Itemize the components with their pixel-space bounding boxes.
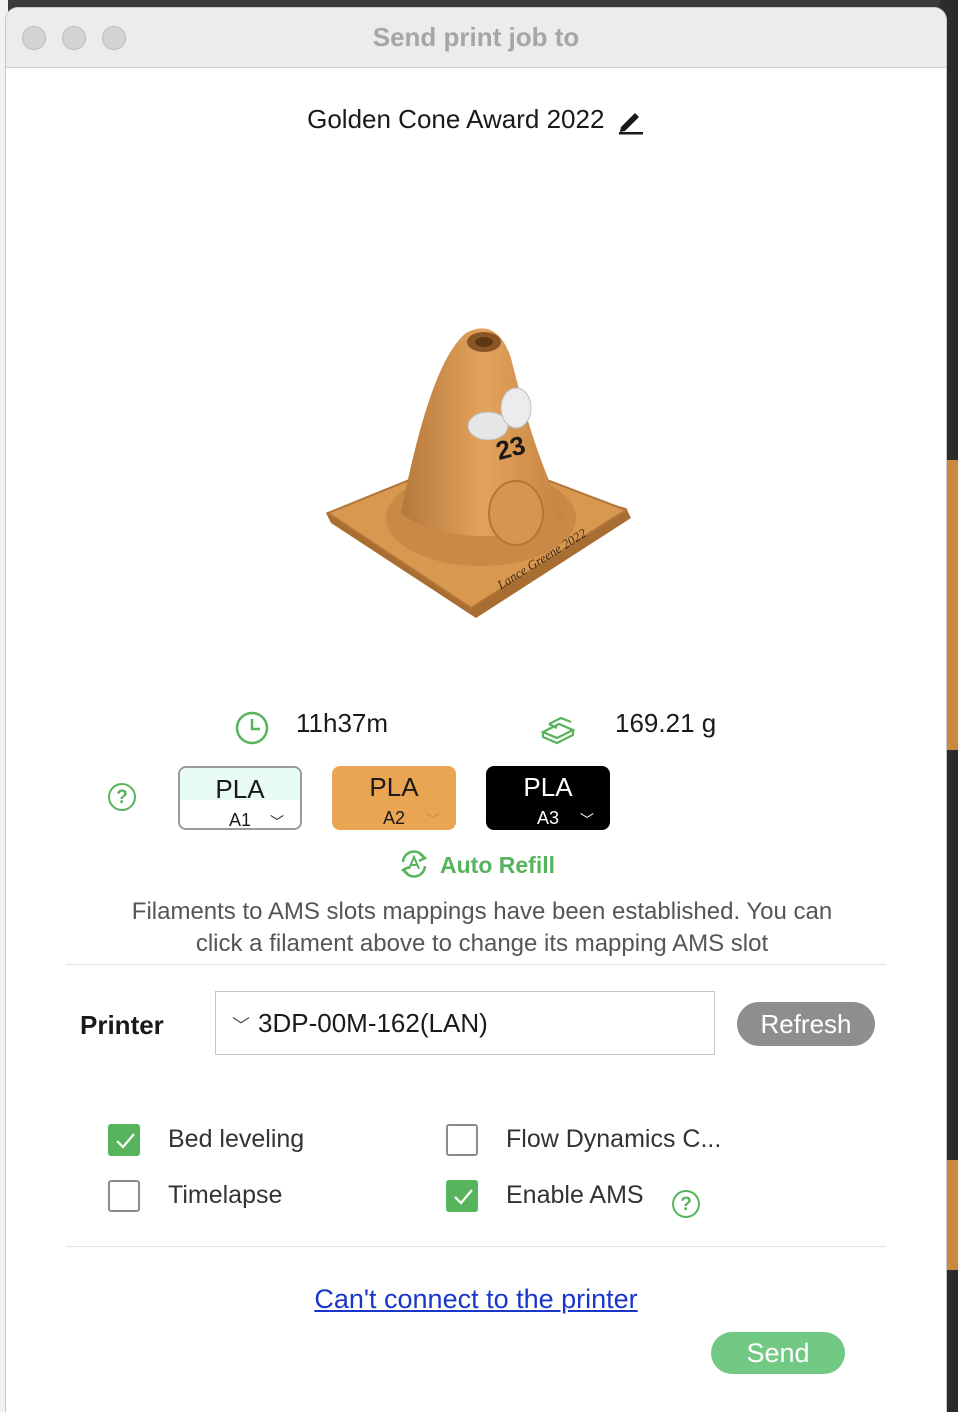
clock-icon — [234, 710, 270, 746]
filament-slot-a1[interactable]: PLA A1 ﹀ — [178, 766, 302, 830]
bed-leveling-checkbox[interactable] — [108, 1124, 140, 1156]
filament-weight: 169.21 g — [615, 708, 717, 738]
filament-type: PLA — [369, 772, 419, 802]
enable-ams-help-icon[interactable]: ? — [672, 1190, 700, 1218]
filament-weight-icon — [539, 710, 577, 746]
enable-ams-label: Enable AMS — [506, 1181, 644, 1209]
printer-label: Printer — [80, 1010, 164, 1040]
printer-selected-value: 3DP-00M-162(LAN) — [258, 1008, 488, 1038]
job-name-row: Golden Cone Award 2022 — [6, 104, 946, 135]
timelapse-checkbox[interactable] — [108, 1180, 140, 1212]
print-time: 11h37m — [296, 708, 389, 738]
pencil-icon[interactable] — [615, 105, 645, 135]
send-print-job-dialog: Send print job to Golden Cone Award 2022 — [6, 8, 946, 1412]
refresh-button[interactable]: Refresh — [737, 1002, 875, 1046]
divider — [66, 964, 886, 965]
timelapse-label: Timelapse — [168, 1181, 283, 1209]
printer-select[interactable]: ﹀ 3DP-00M-162(LAN) — [215, 991, 715, 1055]
divider — [66, 1246, 886, 1247]
filament-slot-a3[interactable]: PLA A3 ﹀ — [486, 766, 610, 830]
ams-mapping-message-line2: click a filament above to change its map… — [195, 930, 769, 957]
job-name: Golden Cone Award 2022 — [307, 104, 605, 134]
model-preview: 23 Lance Greene 2022 — [306, 318, 646, 638]
title-bar: Send print job to — [6, 8, 946, 68]
ams-mapping-message: Filaments to AMS slots mappings have bee… — [72, 896, 892, 960]
ams-mapping-help-icon[interactable]: ? — [108, 783, 136, 811]
bed-leveling-label: Bed leveling — [168, 1125, 305, 1153]
flow-dynamics-label: Flow Dynamics C... — [506, 1125, 722, 1153]
window-title: Send print job to — [372, 22, 580, 52]
enable-ams-checkbox[interactable] — [446, 1180, 478, 1212]
chevron-down-icon: ﹀ — [232, 1016, 250, 1036]
ams-mapping-message-line1: Filaments to AMS slots mappings have bee… — [131, 898, 833, 925]
flow-dynamics-checkbox[interactable] — [446, 1124, 478, 1156]
send-button[interactable]: Send — [711, 1332, 845, 1374]
chevron-down-icon: ﹀ — [270, 814, 284, 830]
auto-refill-icon — [398, 848, 430, 880]
cant-connect-link[interactable]: Can't connect to the printer — [6, 1284, 946, 1315]
filament-type: PLA — [215, 774, 265, 804]
filament-type: PLA — [523, 772, 573, 802]
filament-slot-a2[interactable]: PLA A2 ﹀ — [332, 766, 456, 830]
auto-refill-label: Auto Refill — [440, 852, 555, 878]
chevron-down-icon: ﹀ — [426, 812, 440, 828]
chevron-down-icon: ﹀ — [580, 812, 594, 828]
